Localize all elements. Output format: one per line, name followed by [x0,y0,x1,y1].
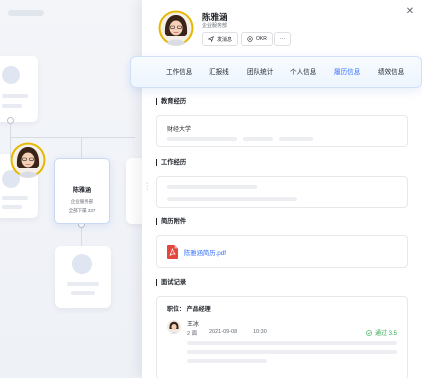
interviewer-name: 王冰 [187,322,200,328]
attachment-card[interactable]: 陈雅涵简历.pdf [156,235,408,268]
org-node-selected[interactable]: 陈雅涵 企业服务部 全部下属 337 [54,158,110,224]
text-placeholder [71,291,95,295]
drag-handle-icon[interactable]: · · · [146,180,150,193]
expand-dot[interactable] [7,117,14,124]
connector-line [10,137,135,138]
text-placeholder [2,94,28,98]
okr-label: OKR [256,36,267,42]
tab-bar: 工作信息 汇报线 团队统计 个人信息 履历信息 绩效信息 [130,56,422,88]
employee-avatar [10,142,46,178]
tab-performance-info[interactable]: 绩效信息 [378,57,404,89]
text-placeholder [167,197,297,201]
employee-detail-panel: ✕ 陈雅涵 企业服务部 发消息 OKR ··· 工作信息 汇报线 团队统计 个人… [130,0,422,378]
text-placeholder [2,196,28,200]
text-placeholder [2,104,22,108]
interview-result-badge: 通过 3.5 [366,328,397,337]
interview-section-title: 面试记录 [156,279,186,286]
more-button[interactable]: ··· [274,32,291,46]
org-node-placeholder[interactable] [55,246,111,308]
placeholder-bar [8,10,44,16]
okr-icon [247,36,253,42]
text-placeholder [67,282,99,286]
interview-date: 2021-09-08 [209,329,238,335]
tab-resume-info[interactable]: 履历信息 [334,57,360,89]
profile-avatar [158,10,194,46]
tab-work-info[interactable]: 工作信息 [166,57,192,89]
school-name: 财经大学 [167,127,192,133]
interview-time: 10:30 [253,329,267,335]
pdf-file-icon [167,245,178,259]
text-placeholder [187,359,267,363]
org-node-placeholder[interactable] [0,56,38,122]
avatar-placeholder [72,254,92,274]
subordinate-count: 全部下属 337 [68,208,96,213]
employee-dept: 企业服务部 [70,199,94,204]
work-card [156,176,408,208]
okr-button[interactable]: OKR [241,32,273,46]
send-icon [208,36,214,42]
interview-position: 职位： 产品经理 [167,307,211,313]
work-section-title: 工作经历 [156,159,186,166]
check-circle-icon [366,329,372,336]
interviewer-avatar [167,320,181,334]
text-placeholder [2,205,22,209]
avatar-placeholder [2,66,20,84]
education-section-title: 教育经历 [156,98,186,105]
education-card: 财经大学 [156,115,408,147]
text-placeholder [187,350,397,354]
connector-line [81,137,82,158]
tab-personal-info[interactable]: 个人信息 [290,57,316,89]
text-placeholder [167,185,257,189]
send-message-button[interactable]: 发消息 [202,32,239,46]
more-icon: ··· [280,36,285,42]
text-placeholder [167,137,237,141]
close-icon[interactable]: ✕ [404,6,416,18]
interview-round: 2 面 [187,331,198,337]
attachment-section-title: 简历附件 [156,218,186,225]
employee-name: 陈雅涵 [72,188,91,194]
text-placeholder [279,137,313,141]
interview-card: 职位： 产品经理 王冰 2 面 2021-09-08 10:30 通过 3.5 [156,296,408,378]
tab-reporting-line[interactable]: 汇报线 [209,57,229,89]
profile-dept: 企业服务部 [202,23,228,29]
resume-file-link[interactable]: 陈雅涵简历.pdf [184,248,226,257]
tab-team-stats[interactable]: 团队统计 [247,57,273,89]
interview-result: 通过 3.5 [374,331,397,337]
send-message-label: 发消息 [217,36,233,43]
text-placeholder [243,137,273,141]
text-placeholder [187,341,397,345]
